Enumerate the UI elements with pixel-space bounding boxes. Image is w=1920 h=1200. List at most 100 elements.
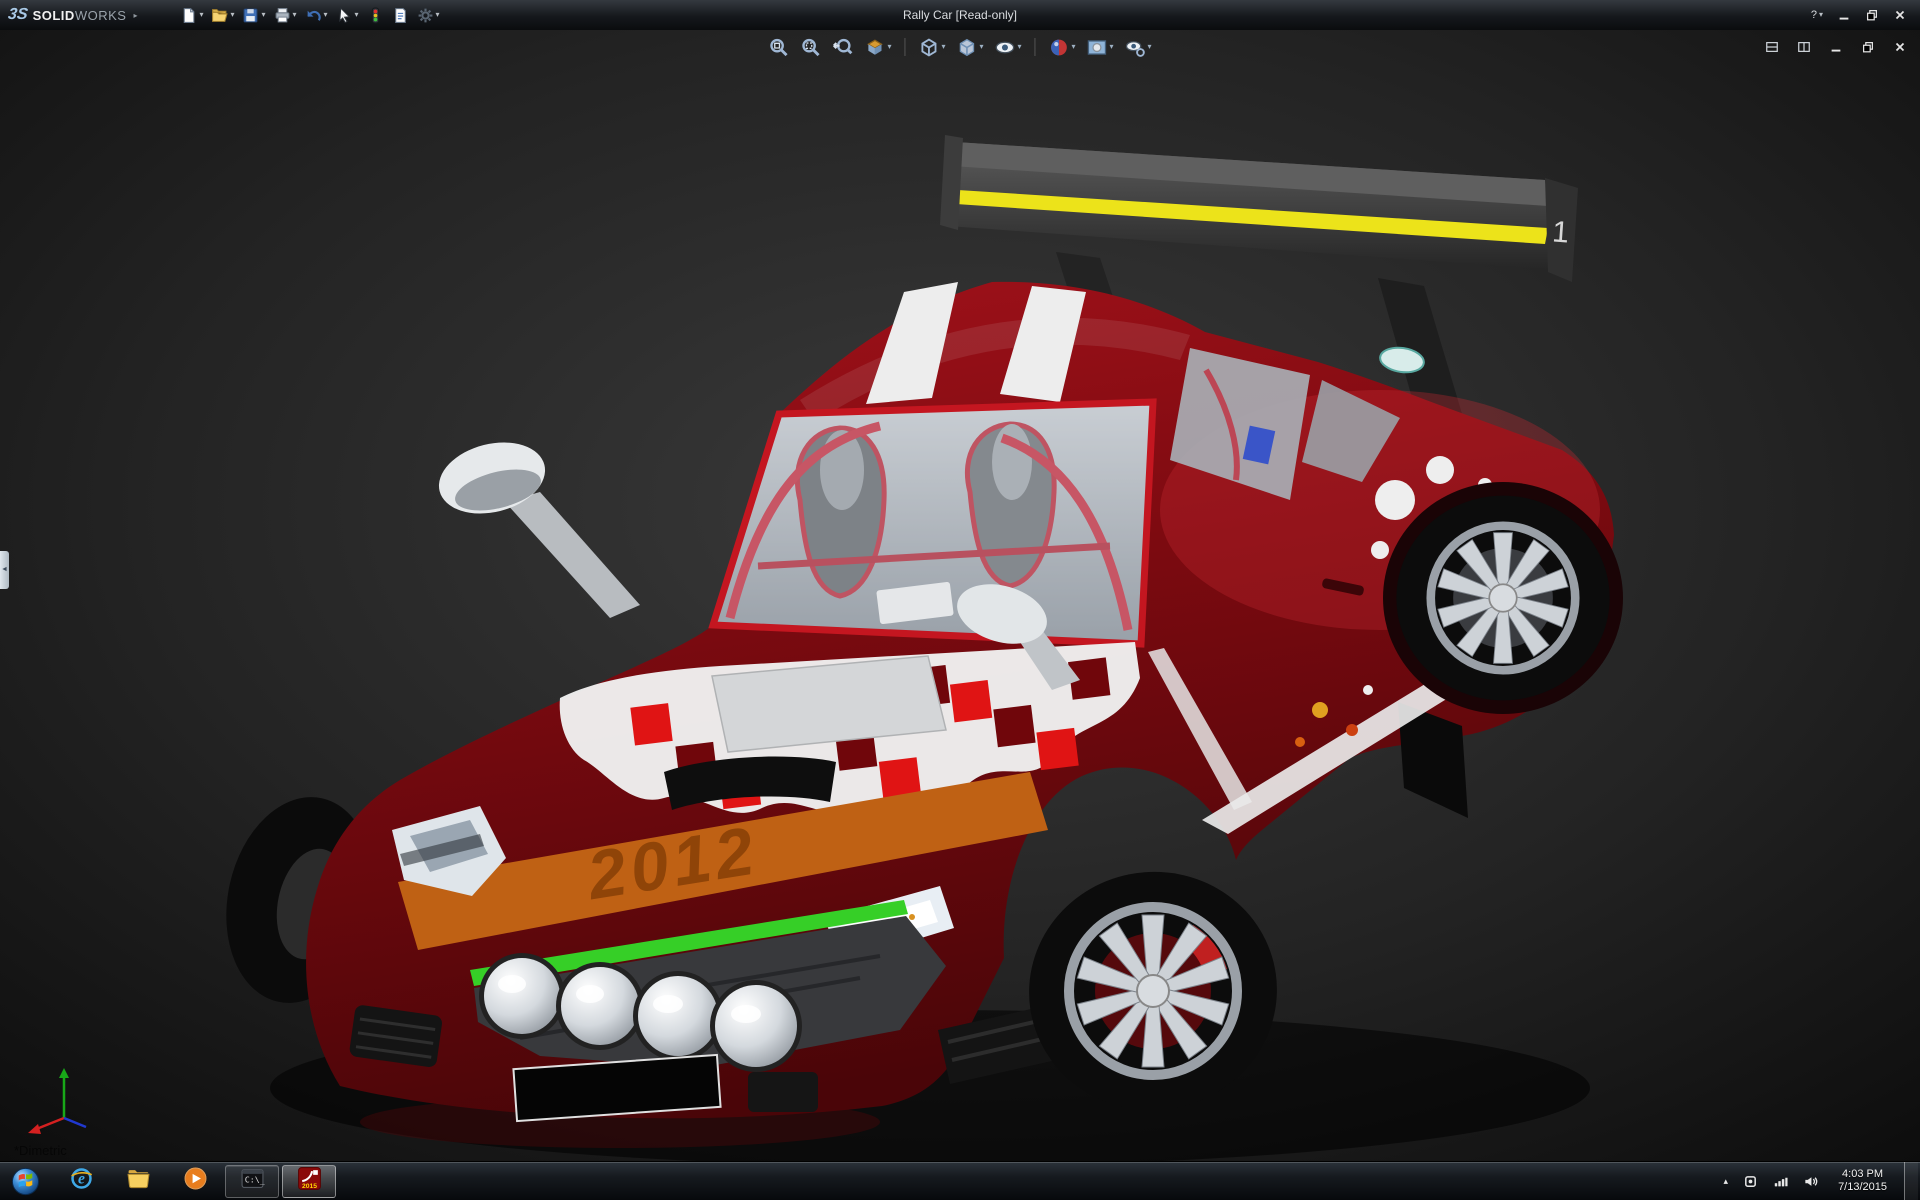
chevron-left-icon: ◄	[1, 566, 8, 573]
close-icon	[1893, 8, 1907, 22]
menu-expand-arrow-icon[interactable]: ▸	[133, 11, 137, 20]
section-view-button[interactable]: ▾	[861, 35, 894, 59]
hidden-icons-icon: ▴	[1724, 1177, 1729, 1186]
tray-icons: ▴	[1721, 1169, 1822, 1193]
new-document-dropdown-arrow[interactable]: ▾	[199, 11, 203, 19]
save-dropdown-arrow[interactable]: ▾	[261, 11, 265, 19]
split-view-vertical-icon	[1797, 40, 1811, 54]
window-controls: ?▾	[1808, 3, 1920, 27]
title-bar: 3S SOLIDWORKS ▸ ▾▾▾▾▾▾▾ Rally Car [Read-…	[0, 0, 1920, 30]
save-button[interactable]: ▾	[239, 3, 268, 27]
view-settings-button[interactable]: ▾	[1122, 35, 1155, 59]
view-orientation-button[interactable]: ▾	[915, 35, 948, 59]
help-icon: ?	[1811, 10, 1817, 21]
apply-scene-dropdown-arrow[interactable]: ▾	[1110, 43, 1114, 51]
taskbar-items: e C:\_ 2015	[54, 1165, 336, 1198]
network-icon	[1773, 1174, 1788, 1189]
previous-view-button[interactable]	[829, 35, 856, 59]
zoom-to-fit-button[interactable]	[765, 35, 792, 59]
rally-car-model[interactable]: 1	[0, 30, 1920, 1162]
network-button[interactable]	[1770, 1169, 1791, 1193]
undo-icon	[305, 7, 322, 24]
clock-date: 7/13/2015	[1838, 1181, 1887, 1194]
system-tray: ▴ 4:03 PM 7/13/2015	[1721, 1162, 1920, 1200]
edit-appearance-button[interactable]: ▾	[1046, 35, 1079, 59]
view-orientation-label: *Dimetric	[14, 1143, 67, 1158]
hidden-icons-button[interactable]: ▴	[1721, 1169, 1732, 1193]
print-dropdown-arrow[interactable]: ▾	[293, 11, 297, 19]
help-dropdown-arrow[interactable]: ▾	[1819, 11, 1823, 19]
split-view-vertical-button[interactable]	[1794, 35, 1814, 59]
select-button[interactable]: ▾	[333, 3, 362, 27]
windows-orb-icon	[10, 1166, 41, 1197]
print-button[interactable]: ▾	[271, 3, 300, 27]
windows-explorer-icon	[126, 1166, 151, 1196]
apply-scene-icon	[1087, 37, 1108, 58]
options-dropdown-arrow[interactable]: ▾	[436, 11, 440, 19]
undo-dropdown-arrow[interactable]: ▾	[324, 11, 328, 19]
edit-appearance-dropdown-arrow[interactable]: ▾	[1072, 43, 1076, 51]
display-style-dropdown-arrow[interactable]: ▾	[979, 43, 983, 51]
section-view-icon	[864, 37, 885, 58]
svg-text:C:\_: C:\_	[244, 1175, 264, 1185]
graphics-area[interactable]: 1	[0, 30, 1920, 1162]
heads-up-view-toolbar: ▾ ▾ ▾ ▾ ▾ ▾ ▾	[765, 35, 1154, 59]
internet-explorer-taskbar-button[interactable]: e	[54, 1165, 108, 1198]
undo-button[interactable]: ▾	[302, 3, 331, 27]
main-toolbar: ▾ ▾ ▾ ▾ ▾ ▾ ▾	[177, 3, 442, 27]
view-settings-icon	[1125, 37, 1146, 58]
restore-icon	[1865, 8, 1879, 22]
hide-show-items-icon	[994, 37, 1015, 58]
svg-text:2015: 2015	[301, 1183, 316, 1190]
section-view-dropdown-arrow[interactable]: ▾	[887, 43, 891, 51]
tray-app-button[interactable]	[1740, 1169, 1761, 1193]
close-button[interactable]	[1890, 3, 1910, 27]
print-icon	[274, 7, 291, 24]
doc-close-icon	[1893, 40, 1907, 54]
hide-show-items-button[interactable]: ▾	[991, 35, 1024, 59]
feature-manager-collapsed-handle[interactable]: ◄	[0, 551, 9, 589]
windows-taskbar: e C:\_ 2015 ▴ 4:03 PM 7/13/2015	[0, 1161, 1920, 1200]
brand-bold: SOLID	[33, 8, 75, 23]
open-document-button[interactable]: ▾	[208, 3, 237, 27]
spoiler-number-decal: 1	[1551, 215, 1570, 249]
doc-restore-button[interactable]	[1858, 35, 1878, 59]
new-document-icon	[180, 7, 197, 24]
solidworks-2015-taskbar-button[interactable]: 2015	[282, 1165, 336, 1198]
toolbar-separator	[1035, 38, 1036, 56]
restore-button[interactable]	[1862, 3, 1882, 27]
show-desktop-button[interactable]	[1904, 1162, 1918, 1200]
display-style-button[interactable]: ▾	[953, 35, 986, 59]
rebuild-button[interactable]	[364, 3, 387, 27]
split-view-horizontal-button[interactable]	[1762, 35, 1782, 59]
apply-scene-button[interactable]: ▾	[1084, 35, 1117, 59]
taskbar-clock[interactable]: 4:03 PM 7/13/2015	[1830, 1168, 1895, 1194]
hide-show-items-dropdown-arrow[interactable]: ▾	[1017, 43, 1021, 51]
view-orientation-dropdown-arrow[interactable]: ▾	[941, 43, 945, 51]
start-button[interactable]	[0, 1162, 50, 1200]
media-player-taskbar-button[interactable]	[168, 1165, 222, 1198]
edit-appearance-icon	[1049, 37, 1070, 58]
display-style-icon	[956, 37, 977, 58]
file-properties-button[interactable]	[389, 3, 412, 27]
open-document-icon	[211, 7, 228, 24]
document-window-controls	[1762, 35, 1910, 59]
volume-button[interactable]	[1800, 1169, 1821, 1193]
open-document-dropdown-arrow[interactable]: ▾	[230, 11, 234, 19]
new-document-button[interactable]: ▾	[177, 3, 206, 27]
options-button[interactable]: ▾	[414, 3, 443, 27]
help-button[interactable]: ?▾	[1808, 3, 1826, 27]
zoom-to-area-button[interactable]	[797, 35, 824, 59]
doc-minimize-button[interactable]	[1826, 35, 1846, 59]
minimize-button[interactable]	[1834, 3, 1854, 27]
view-settings-dropdown-arrow[interactable]: ▾	[1148, 43, 1152, 51]
select-icon	[336, 7, 353, 24]
doc-close-button[interactable]	[1890, 35, 1910, 59]
clock-time: 4:03 PM	[1838, 1168, 1887, 1181]
command-prompt-taskbar-button[interactable]: C:\_	[225, 1165, 279, 1198]
command-prompt-icon: C:\_	[240, 1166, 265, 1196]
windows-explorer-taskbar-button[interactable]	[111, 1165, 165, 1198]
media-player-icon	[183, 1166, 208, 1196]
select-dropdown-arrow[interactable]: ▾	[355, 11, 359, 19]
brand-light: WORKS	[75, 8, 127, 23]
